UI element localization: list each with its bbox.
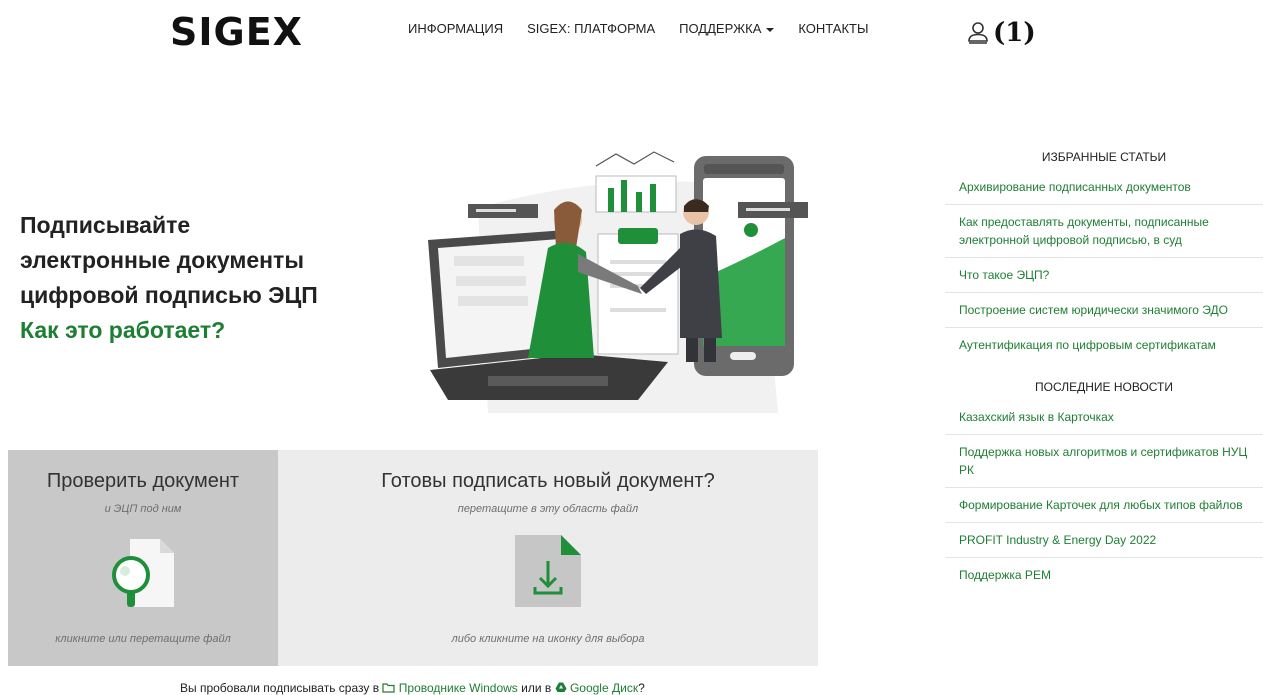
user-menu[interactable]: (1) bbox=[967, 18, 1036, 48]
sigex-logo[interactable]: SIGEX bbox=[170, 10, 303, 54]
hero-line: электронные документы bbox=[20, 247, 304, 273]
caret-down-icon bbox=[766, 27, 775, 32]
sidebar: ИЗБРАННЫЕ СТАТЬИ Архивирование подписанн… bbox=[945, 150, 1263, 592]
nav-info[interactable]: ИНФОРМАЦИЯ bbox=[408, 21, 503, 36]
nav-platform[interactable]: SIGEX: ПЛАТФОРМА bbox=[527, 21, 655, 36]
handshake-illustration bbox=[428, 151, 808, 413]
logo-text: SIGEX bbox=[170, 10, 303, 54]
sign-panel-footer: либо кликните на иконку для выбора bbox=[451, 633, 645, 645]
main-nav: ИНФОРМАЦИЯ SIGEX: ПЛАТФОРМА ПОДДЕРЖКА КО… bbox=[408, 21, 869, 36]
google-drive-icon bbox=[555, 682, 567, 692]
how-it-works-link[interactable]: Как это работает? bbox=[20, 313, 318, 348]
featured-article-link[interactable]: Аутентификация по цифровым сертификатам bbox=[945, 328, 1263, 362]
nav-support[interactable]: ПОДДЕРЖКА bbox=[679, 21, 775, 36]
user-icon bbox=[968, 22, 988, 44]
top-navbar: SIGEX ИНФОРМАЦИЯ SIGEX: ПЛАТФОРМА ПОДДЕР… bbox=[0, 0, 1263, 60]
featured-article-link[interactable]: Как предоставлять документы, подписанные… bbox=[945, 205, 1263, 258]
sign-panel-subtitle: перетащите в эту область файл bbox=[457, 503, 639, 515]
featured-article-link[interactable]: Что такое ЭЦП? bbox=[945, 258, 1263, 293]
news-link[interactable]: PROFIT Industry & Energy Day 2022 bbox=[945, 523, 1263, 558]
sign-panel-title: Готовы подписать новый документ? bbox=[381, 470, 715, 492]
news-link[interactable]: Поддержка новых алгоритмов и сертификато… bbox=[945, 435, 1263, 488]
news-link[interactable]: Формирование Карточек для любых типов фа… bbox=[945, 488, 1263, 523]
check-document-panel[interactable]: Проверить документ и ЭЦП под ним кликнит… bbox=[8, 450, 278, 666]
hero-heading: Подписывайте электронные документы цифро… bbox=[20, 208, 318, 348]
folder-icon bbox=[382, 683, 396, 693]
check-panel-footer: кликните или перетащите файл bbox=[55, 633, 231, 645]
sign-document-panel[interactable]: Готовы подписать новый документ? перетащ… bbox=[278, 450, 818, 666]
hero-line: цифровой подписью ЭЦП bbox=[20, 282, 318, 308]
magnifier-document-icon[interactable] bbox=[98, 533, 188, 613]
user-count: (1) bbox=[993, 18, 1036, 48]
check-panel-title: Проверить документ bbox=[46, 470, 240, 492]
nav-contacts[interactable]: КОНТАКТЫ bbox=[798, 21, 868, 36]
hero-line: Подписывайте bbox=[20, 212, 191, 238]
check-panel-subtitle: и ЭЦП под ним bbox=[104, 503, 182, 515]
featured-article-link[interactable]: Архивирование подписанных документов bbox=[945, 170, 1263, 205]
featured-article-link[interactable]: Построение систем юридически значимого Э… bbox=[945, 293, 1263, 328]
featured-articles-heading: ИЗБРАННЫЕ СТАТЬИ bbox=[1041, 150, 1167, 164]
nav-support-label: ПОДДЕРЖКА bbox=[679, 21, 762, 36]
news-link[interactable]: Казахский язык в Карточках bbox=[945, 400, 1263, 435]
news-link[interactable]: Поддержка PEM bbox=[945, 558, 1263, 592]
latest-news-heading: ПОСЛЕДНИЕ НОВОСТИ bbox=[1034, 380, 1174, 394]
download-document-icon[interactable] bbox=[513, 533, 583, 609]
